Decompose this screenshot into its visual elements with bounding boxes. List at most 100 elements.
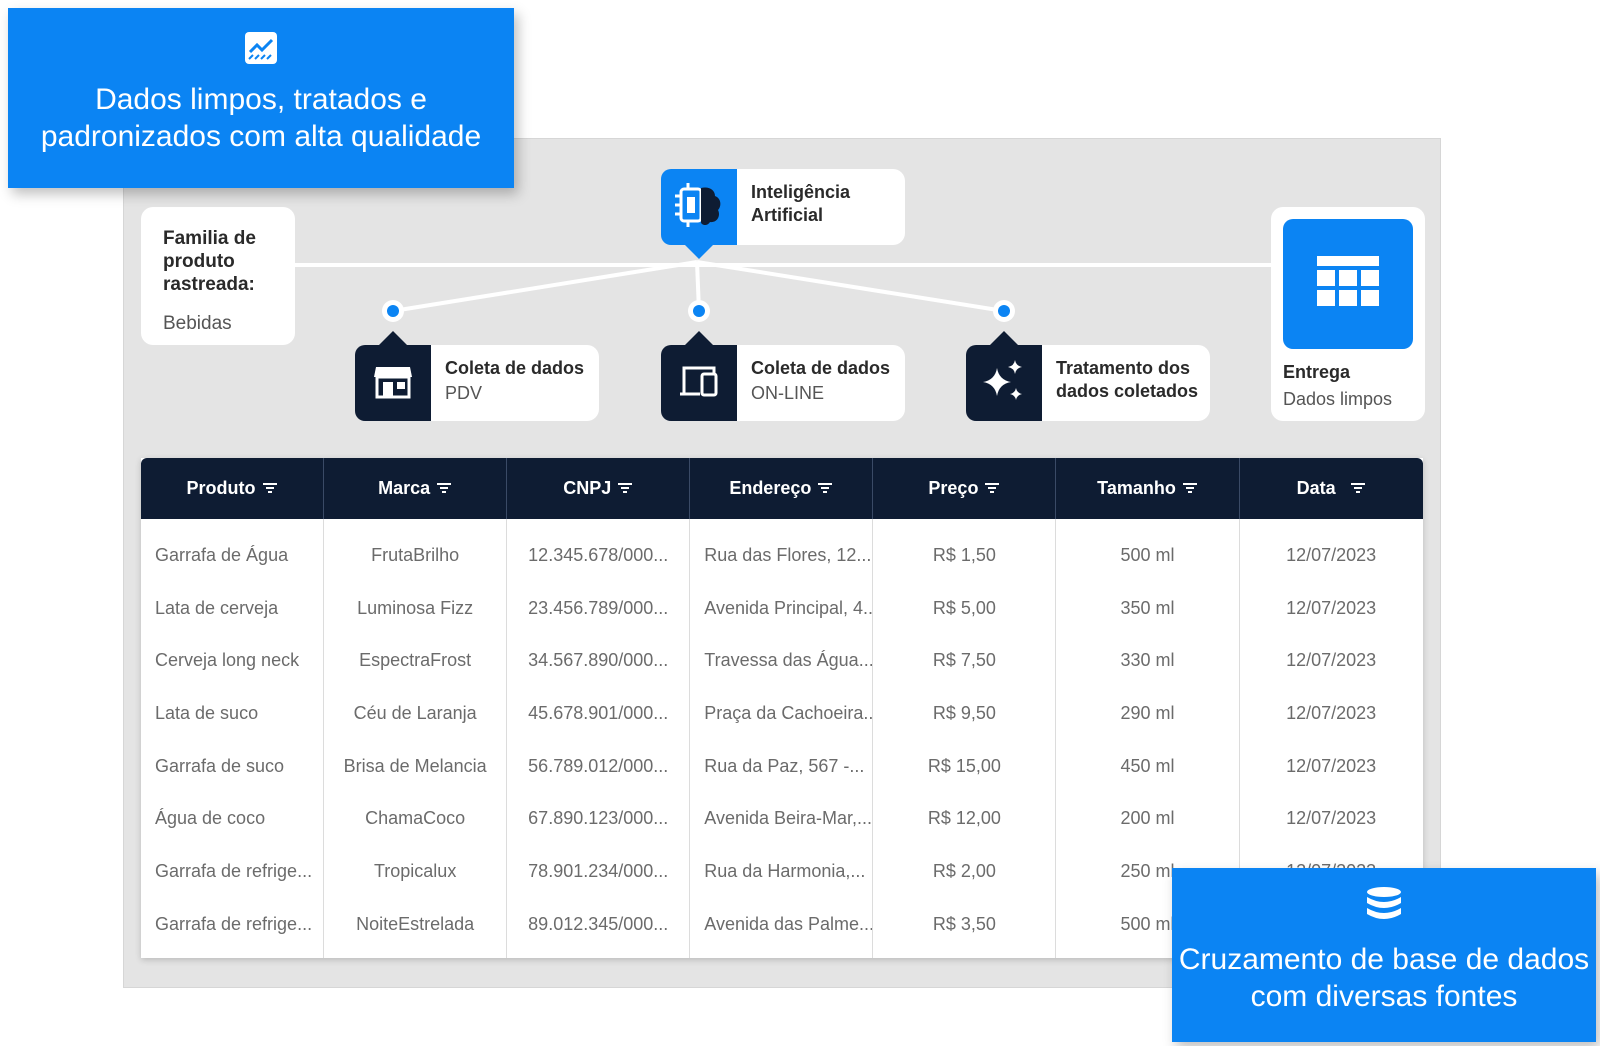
branch-line-treatment	[696, 260, 1005, 313]
cell-cnpj: 67.890.123/000...	[528, 808, 669, 829]
pdv-pointer	[379, 331, 407, 345]
sparkles-icon	[981, 358, 1027, 409]
filter-icon[interactable]	[984, 478, 1000, 499]
delivery-subtitle: Dados limpos	[1283, 389, 1393, 409]
family-card: Familia de produto rastreada: Bebidas	[141, 207, 295, 345]
cell-cnpj: 12.345.678/000...	[528, 544, 669, 565]
ai-node: Inteligência Artificial	[661, 169, 905, 259]
database-icon	[1365, 886, 1403, 931]
delivery-card: Entrega Dados limpos	[1271, 207, 1425, 421]
cell-cnpj: 34.567.890/000...	[528, 650, 669, 671]
filter-icon[interactable]	[617, 478, 633, 499]
cell-data: 12/07/2023	[1286, 597, 1377, 618]
header-preco[interactable]: Preço	[873, 458, 1057, 519]
cell-preco: R$ 12,00	[927, 808, 1001, 829]
ai-tile	[661, 169, 737, 259]
dot-online	[688, 300, 710, 322]
cell-produto: Água de coco	[155, 808, 266, 829]
ai-chip-brain-icon	[673, 180, 725, 235]
devices-icon	[678, 363, 720, 404]
ai-title-line2: Artificial	[751, 205, 824, 225]
pdv-subtitle: PDV	[445, 383, 483, 403]
cell-endereco: Travessa das Água...	[704, 650, 873, 671]
cell-endereco: Rua da Paz, 567 -...	[704, 755, 865, 776]
cell-preco: R$ 9,50	[932, 702, 996, 723]
cell-produto: Garrafa de refrige...	[155, 860, 313, 881]
ai-pointer	[685, 245, 713, 259]
cell-tamanho: 450 ml	[1120, 755, 1175, 776]
filter-icon[interactable]	[1350, 478, 1366, 499]
table-grid-icon	[1315, 254, 1381, 315]
header-tamanho[interactable]: Tamanho	[1056, 458, 1240, 519]
filter-icon[interactable]	[1182, 478, 1198, 499]
column-produto: Garrafa de Água Lata de cerveja Cerveja lo…	[141, 519, 325, 958]
callout-crossing-line1: Cruzamento de base de dados	[1178, 943, 1590, 976]
cell-endereco: Avenida Principal, 4...	[704, 597, 873, 618]
cell-marca: NoiteEstrelada	[356, 913, 475, 934]
cell-marca: EspectraFrost	[359, 650, 472, 671]
cell-endereco: Praça da Cachoeira...	[704, 702, 873, 723]
cell-tamanho: 350 ml	[1120, 597, 1175, 618]
header-marca[interactable]: Marca	[324, 458, 508, 519]
cell-data: 12/07/2023	[1286, 808, 1377, 829]
treatment-pointer	[990, 331, 1018, 345]
callout-quality-text: Dados limpos, tratados e padronizados co…	[41, 81, 481, 155]
header-endereco[interactable]: Endereço	[690, 458, 874, 519]
family-title-line1: Familia de	[163, 228, 256, 249]
cell-preco: R$ 1,50	[932, 544, 996, 565]
dot-treatment	[993, 300, 1015, 322]
cell-preco: R$ 15,00	[927, 755, 1001, 776]
filter-icon[interactable]	[262, 478, 278, 499]
pdv-title: Coleta de dados	[445, 358, 585, 378]
cell-data: 12/07/2023	[1286, 755, 1377, 776]
node-collect-online: Coleta de dados ON-LINE	[661, 331, 905, 421]
callout-quality-line2: padronizados com alta qualidade	[40, 120, 482, 153]
cell-endereco: Avenida Beira-Mar,...	[704, 808, 873, 829]
cell-data: 12/07/2023	[1286, 650, 1377, 671]
callout-quality-line1: Dados limpos, tratados e	[95, 83, 427, 116]
online-tile	[661, 331, 737, 421]
treatment-tile	[966, 331, 1042, 421]
callout-quality: Dados limpos, tratados e padronizados co…	[8, 8, 514, 188]
cell-tamanho: 290 ml	[1120, 702, 1175, 723]
family-title-line3: rastreada:	[163, 274, 255, 295]
branch-line-pdv	[392, 260, 698, 313]
cell-data: 12/07/2023	[1286, 702, 1377, 723]
filter-icon[interactable]	[817, 478, 833, 499]
dot-pdv	[382, 300, 404, 322]
online-title: Coleta de dados	[751, 358, 891, 378]
pdv-tile	[355, 331, 431, 421]
header-cnpj[interactable]: CNPJ	[507, 458, 691, 519]
delivery-title: Entrega	[1283, 362, 1351, 382]
cell-produto: Garrafa de Água	[155, 544, 289, 565]
header-produto[interactable]: Produto	[141, 458, 325, 519]
cell-preco: R$ 5,00	[932, 597, 996, 618]
filter-icon[interactable]	[436, 478, 452, 499]
treatment-title-line2: dados coletados	[1055, 381, 1199, 401]
callout-crossing-line2: com diversas fontes	[1250, 980, 1518, 1013]
column-marca: FrutaBrilho Luminosa Fizz EspectraFrost Céu…	[324, 519, 508, 958]
family-title-line2: produto	[163, 251, 235, 272]
cell-tamanho: 200 ml	[1120, 808, 1175, 829]
online-subtitle: ON-LINE	[751, 383, 825, 403]
cell-marca: ChamaCoco	[365, 808, 466, 829]
cell-preco: R$ 3,50	[932, 913, 996, 934]
online-pointer	[685, 331, 713, 345]
cell-cnpj: 56.789.012/000...	[528, 755, 669, 776]
treatment-title-line1: Tratamento dos	[1055, 358, 1191, 378]
column-cnpj: 12.345.678/000... 23.456.789/000... 34.567…	[507, 519, 691, 958]
callout-crossing-text: Cruzamento de base de dados com diversas…	[1179, 941, 1589, 1015]
table-header: Produto Marca CNPJ Endereço Preço Tamanh…	[141, 458, 1423, 519]
header-data[interactable]: Data	[1240, 458, 1423, 519]
column-preco: R$ 1,50 R$ 5,00 R$ 7,50 R$ 9,50 R$ 15,00 R$ 1…	[873, 519, 1057, 958]
cell-preco: R$ 7,50	[932, 650, 996, 671]
cell-data: 12/07/2023	[1286, 544, 1377, 565]
cell-produto: Garrafa de suco	[155, 755, 285, 776]
cell-marca: Céu de Laranja	[353, 702, 477, 723]
node-treatment: Tratamento dos dados coletados	[966, 331, 1210, 421]
cell-preco: R$ 2,00	[932, 860, 996, 881]
cell-cnpj: 45.678.901/000...	[528, 702, 669, 723]
cell-marca: Brisa de Melancia	[343, 755, 487, 776]
cell-produto: Lata de cerveja	[155, 597, 279, 618]
cell-marca: Luminosa Fizz	[357, 597, 474, 618]
